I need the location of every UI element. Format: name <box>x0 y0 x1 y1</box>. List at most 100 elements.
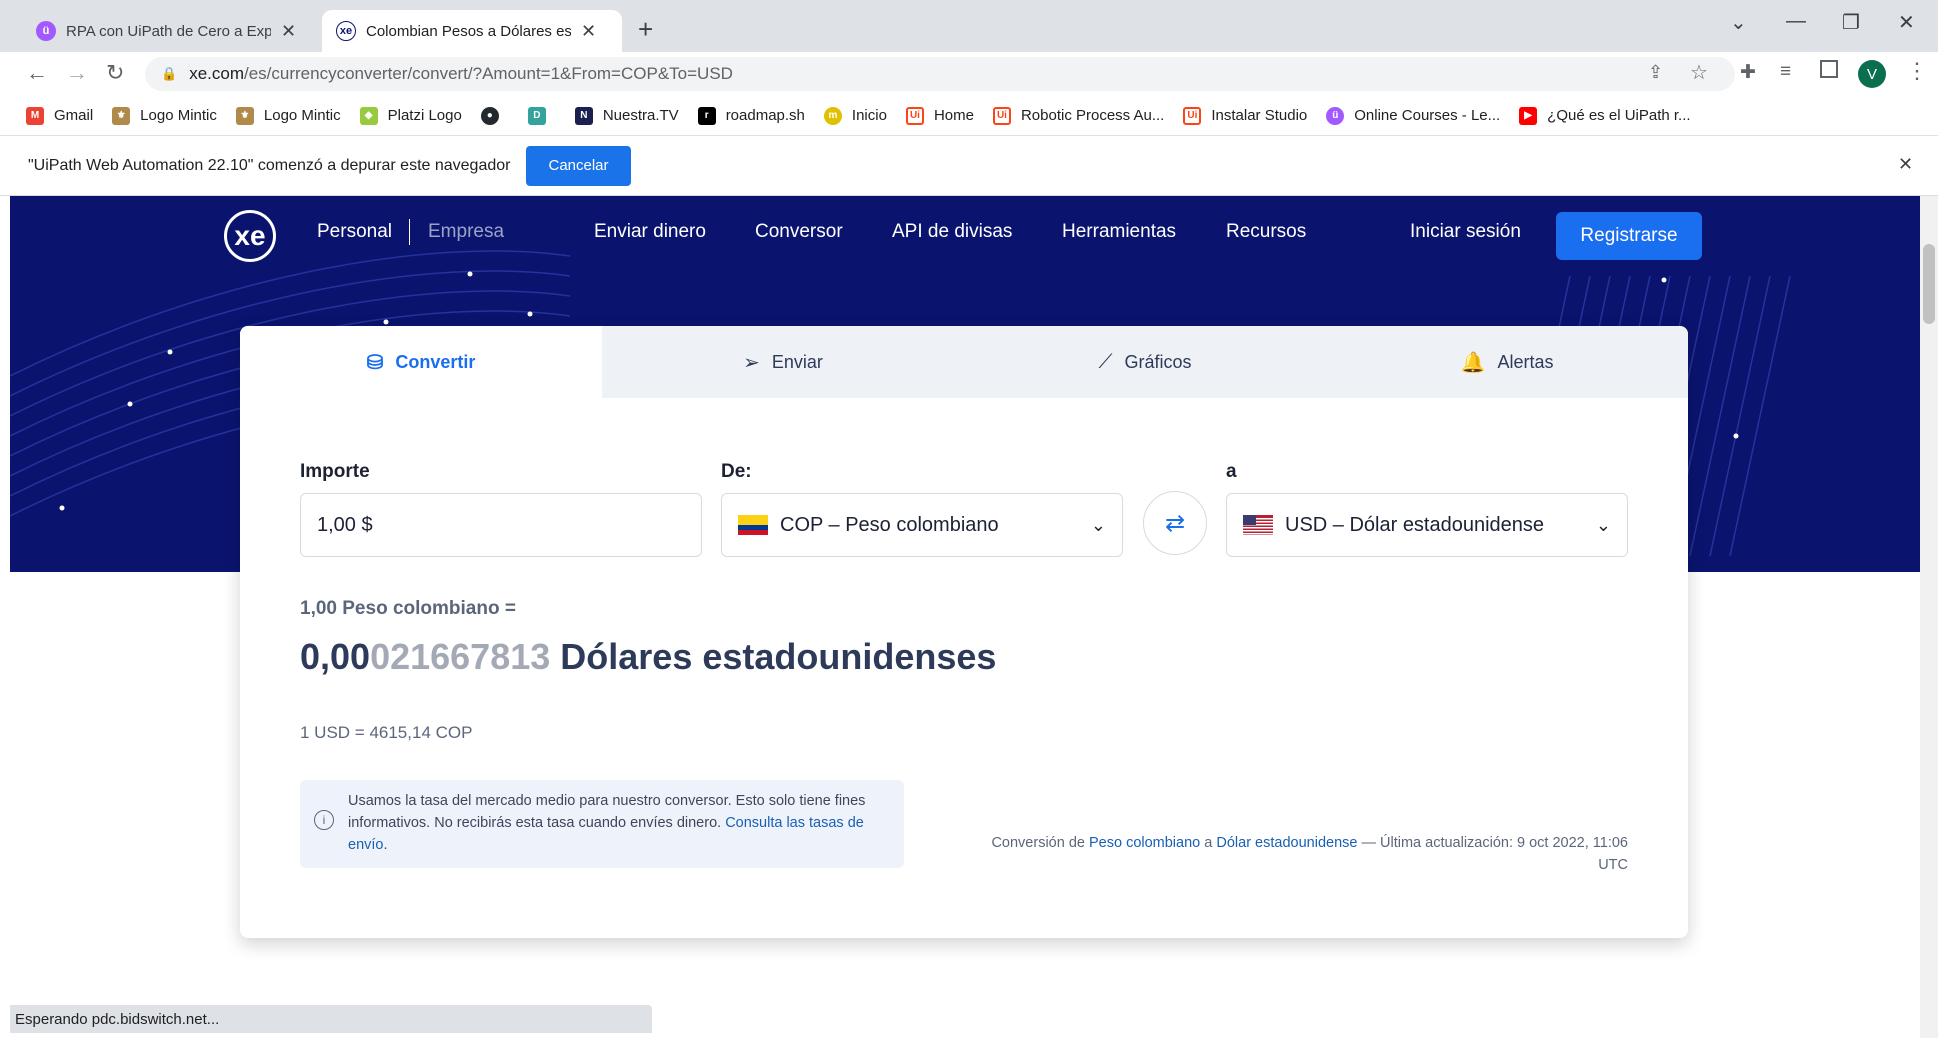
profile-avatar[interactable]: V <box>1858 60 1886 88</box>
info-icon: i <box>314 810 334 830</box>
chart-line-icon: ⟋ <box>1098 350 1113 373</box>
footer-from-currency-link[interactable]: Peso colombiano <box>1089 835 1200 851</box>
github-icon: ● <box>480 106 499 125</box>
chevron-down-icon: ⌄ <box>1595 514 1611 535</box>
menu-kebab-icon[interactable]: ⋮ <box>1906 58 1928 84</box>
nav-send-money[interactable]: Enviar dinero <box>594 221 706 243</box>
disclaimer-box: i Usamos la tasa del mercado medio para … <box>300 780 904 868</box>
forward-arrow-icon[interactable]: → <box>66 60 88 86</box>
back-arrow-icon[interactable]: ← <box>26 60 48 86</box>
amount-input[interactable]: 1,00 $ <box>300 493 702 557</box>
browser-tab-rpa[interactable]: ü RPA con UiPath de Cero a Experto ✕ <box>22 10 322 52</box>
bookmark-github[interactable]: ● <box>480 106 509 125</box>
restore-icon[interactable]: ❐ <box>1842 10 1860 35</box>
nuestra-tv-icon: N <box>574 106 593 125</box>
chevron-down-icon: ⌄ <box>1090 514 1106 535</box>
usa-flag-icon <box>1243 515 1273 535</box>
paper-plane-icon: ➢ <box>743 351 760 374</box>
bookmark-instalar-studio[interactable]: Ui Instalar Studio <box>1183 106 1307 125</box>
login-link[interactable]: Iniciar sesión <box>1410 221 1521 243</box>
colombia-flag-icon <box>738 515 768 535</box>
bookmark-nuestra-tv[interactable]: N Nuestra.TV <box>574 106 679 125</box>
youtube-icon: ▶ <box>1519 106 1538 125</box>
new-tab-button[interactable]: + <box>638 14 653 45</box>
bookmark-logo-mintic-2[interactable]: ⚜ Logo Mintic <box>235 106 341 125</box>
bookmark-inicio[interactable]: m Inicio <box>823 106 887 125</box>
nav-converter[interactable]: Conversor <box>755 221 843 243</box>
segment-personal[interactable]: Personal <box>317 221 392 243</box>
result-source: 1,00 Peso colombiano = <box>300 598 516 619</box>
minimize-icon[interactable]: — <box>1786 10 1806 33</box>
media-queue-icon[interactable]: ≡ <box>1780 61 1791 83</box>
bookmark-d[interactable]: D <box>527 106 556 125</box>
xe-favicon-icon: xe <box>336 21 356 41</box>
bookmark-home[interactable]: Ui Home <box>905 106 974 125</box>
converter-card: ⛁ Convertir ➢ Enviar ⟋ Gráficos 🔔 Alertas Im… <box>240 326 1688 938</box>
to-currency-select[interactable]: USD – Dólar estadounidense ⌄ <box>1226 493 1628 557</box>
page-scrollbar[interactable] <box>1920 196 1938 1038</box>
result-unit: Dólares estadounidenses <box>550 636 997 677</box>
scrollbar-thumb[interactable] <box>1923 244 1935 324</box>
bookmark-robotic-process[interactable]: Ui Robotic Process Au... <box>992 106 1164 125</box>
close-infobar-icon[interactable]: ✕ <box>1898 154 1913 175</box>
from-currency-value: COP – Peso colombiano <box>780 513 999 536</box>
result-main-digits: 0,00 <box>300 636 371 677</box>
browser-tab-xe[interactable]: xe Colombian Pesos a Dólares estadounide… <box>322 10 622 52</box>
segment-divider <box>409 219 410 245</box>
from-label: De: <box>721 461 752 482</box>
mintic-icon: ⚜ <box>235 106 254 125</box>
udemy-icon: ü <box>1326 106 1345 125</box>
infobar-message: "UiPath Web Automation 22.10" comenzó a … <box>28 156 511 174</box>
amount-label: Importe <box>300 461 370 482</box>
inicio-icon: m <box>823 106 842 125</box>
gmail-icon: M <box>26 106 44 125</box>
url-host: xe.com <box>189 64 244 83</box>
swap-currencies-button[interactable]: ⇄ <box>1143 491 1207 555</box>
from-currency-select[interactable]: COP – Peso colombiano ⌄ <box>721 493 1123 557</box>
bookmarks-bar: M Gmail ⚜ Logo Mintic ⚜ Logo Mintic ◆ Platzi… <box>0 96 1938 136</box>
tab-search-chevron-icon[interactable]: ⌄ <box>1730 10 1747 35</box>
udemy-favicon-icon: ü <box>36 21 56 41</box>
share-icon[interactable]: ⇪ <box>1648 62 1663 83</box>
debug-infobar: "UiPath Web Automation 22.10" comenzó a … <box>0 136 1938 196</box>
bookmark-que-es-uipath[interactable]: ▶ ¿Qué es el UiPath r... <box>1519 106 1691 125</box>
nav-tools[interactable]: Herramientas <box>1062 221 1176 243</box>
register-button[interactable]: Registrarse <box>1556 212 1702 260</box>
status-bubble: Esperando pdc.bidswitch.net... <box>10 1005 652 1033</box>
reload-icon[interactable]: ↻ <box>106 60 124 86</box>
result-value: 0,00021667813 Dólares estadounidenses <box>300 636 996 678</box>
close-tab-icon[interactable]: ✕ <box>581 21 596 42</box>
coins-icon: ⛁ <box>366 351 384 374</box>
side-panel-icon[interactable] <box>1820 60 1838 78</box>
extensions-puzzle-icon[interactable]: ✚ <box>1740 61 1756 84</box>
mintic-icon: ⚜ <box>112 106 131 125</box>
bookmark-gmail[interactable]: M Gmail <box>26 106 93 125</box>
close-window-icon[interactable]: ✕ <box>1898 10 1915 35</box>
bookmark-online-courses[interactable]: ü Online Courses - Le... <box>1326 106 1500 125</box>
tab-title: Colombian Pesos a Dólares estadounidense… <box>366 22 571 40</box>
segment-business[interactable]: Empresa <box>428 221 504 243</box>
xe-logo[interactable]: xe <box>224 210 276 262</box>
close-tab-icon[interactable]: ✕ <box>281 21 296 42</box>
uipath-icon: Ui <box>905 106 924 125</box>
nav-currency-api[interactable]: API de divisas <box>892 221 1012 243</box>
lock-icon: 🔒 <box>161 66 178 81</box>
to-label: a <box>1226 461 1237 482</box>
platzi-icon: ◆ <box>359 106 378 125</box>
tab-charts[interactable]: ⟋ Gráficos <box>964 326 1326 398</box>
to-currency-value: USD – Dólar estadounidense <box>1285 513 1545 536</box>
cancel-debug-button[interactable]: Cancelar <box>526 145 631 186</box>
footer-to-currency-link[interactable]: Dólar estadounidense <box>1216 835 1357 851</box>
tab-alerts[interactable]: 🔔 Alertas <box>1326 326 1688 398</box>
bookmark-logo-mintic[interactable]: ⚜ Logo Mintic <box>112 106 217 125</box>
bell-icon: 🔔 <box>1460 351 1486 374</box>
bookmark-star-icon[interactable]: ☆ <box>1690 60 1708 85</box>
bookmark-roadmap[interactable]: r roadmap.sh <box>697 106 805 125</box>
bookmark-platzi[interactable]: ◆ Platzi Logo <box>359 106 462 125</box>
roadmap-icon: r <box>697 106 716 125</box>
tab-send[interactable]: ➢ Enviar <box>602 326 964 398</box>
address-bar[interactable]: 🔒 xe.com/es/currencyconverter/convert/?A… <box>145 57 1735 91</box>
exchange-rate: 1 USD = 4615,14 COP <box>300 723 473 742</box>
tab-convert[interactable]: ⛁ Convertir <box>240 326 602 398</box>
nav-resources[interactable]: Recursos <box>1226 221 1306 243</box>
